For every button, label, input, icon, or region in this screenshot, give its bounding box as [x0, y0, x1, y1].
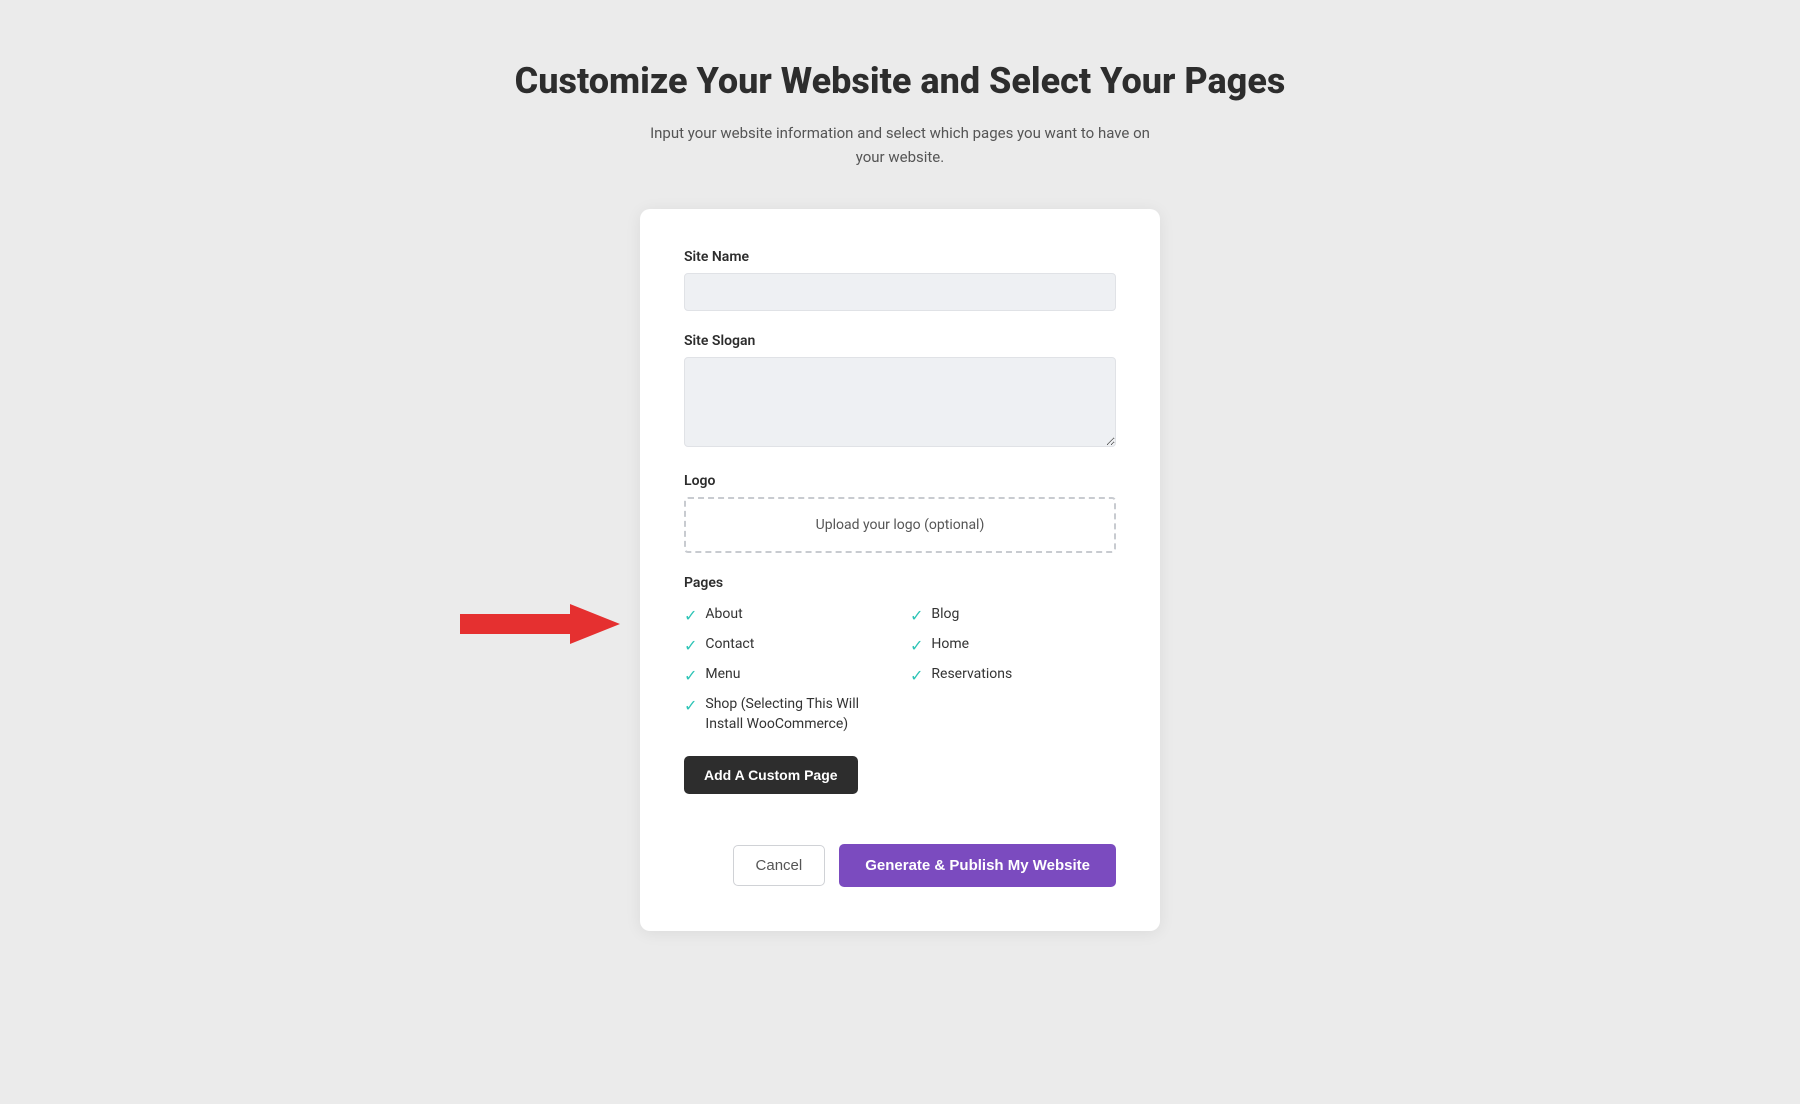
- generate-publish-button[interactable]: Generate & Publish My Website: [839, 844, 1116, 887]
- page-label-about: About: [705, 605, 742, 625]
- site-slogan-label: Site Slogan: [684, 333, 1116, 349]
- check-icon-contact: ✓: [684, 636, 697, 655]
- page-item-shop[interactable]: ✓ Shop (Selecting This Will Install WooC…: [684, 695, 890, 734]
- page-label-menu: Menu: [705, 665, 740, 685]
- page-label-blog: Blog: [931, 605, 959, 625]
- page-item-reservations[interactable]: ✓ Reservations: [910, 665, 1116, 685]
- page-label-home: Home: [931, 635, 969, 655]
- page-item-menu[interactable]: ✓ Menu: [684, 665, 890, 685]
- check-icon-blog: ✓: [910, 606, 923, 625]
- page-item-blog[interactable]: ✓ Blog: [910, 605, 1116, 625]
- add-custom-page-button[interactable]: Add A Custom Page: [684, 756, 858, 794]
- page-label-shop: Shop (Selecting This Will Install WooCom…: [705, 695, 890, 734]
- pages-field-group: Pages ✓ About ✓ Blog ✓ Contact ✓: [684, 575, 1116, 822]
- page-title: Customize Your Website and Select Your P…: [515, 60, 1286, 103]
- check-icon-shop: ✓: [684, 696, 697, 715]
- check-icon-about: ✓: [684, 606, 697, 625]
- logo-label: Logo: [684, 473, 1116, 489]
- site-name-field-group: Site Name: [684, 249, 1116, 311]
- page-item-about[interactable]: ✓ About: [684, 605, 890, 625]
- check-icon-home: ✓: [910, 636, 923, 655]
- check-icon-menu: ✓: [684, 666, 697, 685]
- site-name-input[interactable]: [684, 273, 1116, 311]
- pages-grid: ✓ About ✓ Blog ✓ Contact ✓ Home: [684, 605, 1116, 734]
- logo-upload-text: Upload your logo (optional): [816, 517, 985, 533]
- footer-buttons: Cancel Generate & Publish My Website: [684, 844, 1116, 887]
- arrow-annotation: [460, 599, 620, 649]
- page-item-home[interactable]: ✓ Home: [910, 635, 1116, 655]
- check-icon-reservations: ✓: [910, 666, 923, 685]
- page-label-contact: Contact: [705, 635, 754, 655]
- page-wrapper: Customize Your Website and Select Your P…: [450, 60, 1350, 931]
- cancel-button[interactable]: Cancel: [733, 845, 826, 886]
- page-subtitle: Input your website information and selec…: [650, 121, 1150, 169]
- site-name-label: Site Name: [684, 249, 1116, 265]
- site-slogan-field-group: Site Slogan: [684, 333, 1116, 451]
- page-item-contact[interactable]: ✓ Contact: [684, 635, 890, 655]
- page-label-reservations: Reservations: [931, 665, 1012, 685]
- logo-field-group: Logo Upload your logo (optional): [684, 473, 1116, 553]
- form-card: Site Name Site Slogan Logo Upload your l…: [640, 209, 1160, 931]
- logo-upload-area[interactable]: Upload your logo (optional): [684, 497, 1116, 553]
- pages-label: Pages: [684, 575, 1116, 591]
- site-slogan-input[interactable]: [684, 357, 1116, 447]
- red-arrow-icon: [460, 599, 620, 649]
